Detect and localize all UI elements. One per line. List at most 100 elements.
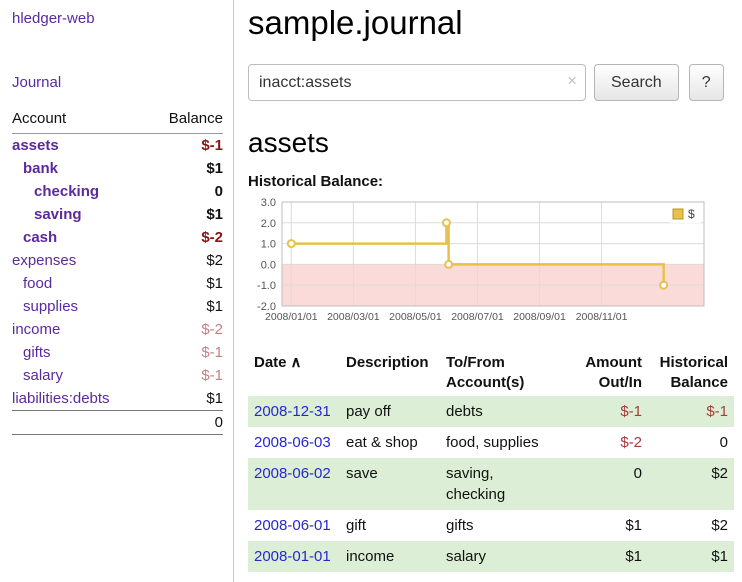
svg-text:-1.0: -1.0 xyxy=(257,280,276,292)
account-balance: $-1 xyxy=(148,134,223,158)
svg-text:2008/05/01: 2008/05/01 xyxy=(389,311,442,323)
account-link[interactable]: supplies xyxy=(23,298,78,315)
account-name-cell: liabilities:debts xyxy=(12,387,148,411)
account-name-cell: checking xyxy=(12,180,148,203)
account-balance: 0 xyxy=(148,180,223,203)
register-header-balance: Historical Balance xyxy=(648,349,734,396)
clear-search-icon[interactable]: × xyxy=(567,72,577,89)
transaction-date-link[interactable]: 2008-06-03 xyxy=(254,434,331,451)
data-point-marker xyxy=(288,240,295,247)
balance-cell: $2 xyxy=(648,458,734,510)
sidebar: hledger-web Journal Account Balance asse… xyxy=(0,0,234,582)
search-bar: × Search ? xyxy=(248,64,734,101)
amount-cell: 0 xyxy=(572,458,648,510)
svg-text:1.0: 1.0 xyxy=(261,239,276,251)
description-cell: eat & shop xyxy=(340,427,440,458)
account-link[interactable]: saving xyxy=(34,206,82,223)
account-link[interactable]: assets xyxy=(12,137,59,154)
transaction-date-link[interactable]: 2008-12-31 xyxy=(254,403,331,420)
date-header-label: Date xyxy=(254,354,287,371)
account-link[interactable]: cash xyxy=(23,229,57,246)
account-balance: $-1 xyxy=(148,364,223,387)
account-balance: $-1 xyxy=(148,341,223,364)
register-body: 2008-12-31pay offdebts$-1$-1 2008-06-03 ea… xyxy=(248,396,734,572)
account-row: checking 0 xyxy=(12,180,223,203)
account-link[interactable]: bank xyxy=(23,160,58,177)
account-row: income$-2 xyxy=(12,318,223,341)
account-row: food $1 xyxy=(12,272,223,295)
date-cell: 2008-06-02 xyxy=(248,458,340,510)
account-link[interactable]: gifts xyxy=(23,344,51,361)
sort-ascending-icon: ∧ xyxy=(291,354,302,371)
legend-swatch xyxy=(673,209,683,219)
svg-text:2.0: 2.0 xyxy=(261,218,276,230)
page: hledger-web Journal Account Balance asse… xyxy=(0,0,742,582)
balance-cell: $2 xyxy=(648,510,734,541)
account-balance: $-2 xyxy=(148,226,223,249)
transaction-date-link[interactable]: 2008-06-01 xyxy=(254,517,331,534)
accounts-header-account: Account xyxy=(12,107,148,134)
chart-legend: $ xyxy=(670,205,701,223)
register-row: 2008-01-01incomesalary$1$1 xyxy=(248,541,734,572)
accounts-cell: food, supplies xyxy=(440,427,572,458)
register-header-amount: Amount Out/In xyxy=(572,349,648,396)
account-balance: $1 xyxy=(148,272,223,295)
help-button[interactable]: ? xyxy=(689,64,724,101)
register-table: Date∧ Description To/From Account(s) Amo… xyxy=(248,349,734,572)
account-link[interactable]: salary xyxy=(23,367,63,384)
register-header-accounts: To/From Account(s) xyxy=(440,349,572,396)
balance-cell: $-1 xyxy=(648,396,734,427)
account-link[interactable]: liabilities:debts xyxy=(12,390,110,407)
sidebar-item-journal[interactable]: Journal xyxy=(12,74,61,91)
account-name-cell: saving xyxy=(12,203,148,226)
transaction-date-link[interactable]: 2008-06-02 xyxy=(254,465,331,482)
date-cell: 2008-12-31 xyxy=(248,396,340,427)
account-name-cell: salary xyxy=(12,364,148,387)
account-name-cell: assets xyxy=(12,134,148,158)
balance-cell: 0 xyxy=(648,427,734,458)
svg-text:2008/09/01: 2008/09/01 xyxy=(513,311,566,323)
amount-cell: $-2 xyxy=(572,427,648,458)
app-title-link[interactable]: hledger-web xyxy=(12,10,95,27)
account-row: assets $-1 xyxy=(12,134,223,158)
balance-chart[interactable]: 3.02.01.00.0-1.0-2.02008/01/012008/03/01… xyxy=(248,196,734,339)
accounts-total-value: 0 xyxy=(148,411,223,435)
account-link[interactable]: income xyxy=(12,321,60,338)
svg-text:2008/03/01: 2008/03/01 xyxy=(327,311,380,323)
account-balance: $1 xyxy=(148,203,223,226)
legend-label: $ xyxy=(688,207,695,221)
search-button[interactable]: Search xyxy=(594,64,679,101)
register-row: 2008-06-02savesaving, checking0$2 xyxy=(248,458,734,510)
account-name-cell: bank xyxy=(12,157,148,180)
amount-cell: $1 xyxy=(572,541,648,572)
balance-cell: $1 xyxy=(648,541,734,572)
search-input[interactable] xyxy=(248,64,586,101)
date-cell: 2008-06-01 xyxy=(248,510,340,541)
date-cell: 2008-01-01 xyxy=(248,541,340,572)
description-cell: income xyxy=(340,541,440,572)
account-row: saving $1 xyxy=(12,203,223,226)
account-row: supplies $1 xyxy=(12,295,223,318)
data-point-marker xyxy=(660,282,667,289)
account-link[interactable]: checking xyxy=(34,183,99,200)
account-balance: $1 xyxy=(148,157,223,180)
register-row: 2008-06-01giftgifts$1$2 xyxy=(248,510,734,541)
main-content: sample.journal × Search ? assets Histori… xyxy=(234,0,742,582)
account-name-cell: income xyxy=(12,318,148,341)
accounts-cell: salary xyxy=(440,541,572,572)
account-link[interactable]: expenses xyxy=(12,252,76,269)
transaction-date-link[interactable]: 2008-01-01 xyxy=(254,548,331,565)
register-header-row: Date∧ Description To/From Account(s) Amo… xyxy=(248,349,734,396)
accounts-total-spacer xyxy=(12,411,148,435)
account-balance: $2 xyxy=(148,249,223,272)
account-name-cell: food xyxy=(12,272,148,295)
account-balance: $1 xyxy=(148,295,223,318)
register-row: 2008-12-31pay offdebts$-1$-1 xyxy=(248,396,734,427)
account-row: expenses $2 xyxy=(12,249,223,272)
account-name-cell: expenses xyxy=(12,249,148,272)
svg-text:3.0: 3.0 xyxy=(261,197,276,209)
account-link[interactable]: food xyxy=(23,275,52,292)
data-point-marker xyxy=(443,219,450,226)
register-header-date[interactable]: Date∧ xyxy=(248,349,340,396)
account-row: cash $-2 xyxy=(12,226,223,249)
